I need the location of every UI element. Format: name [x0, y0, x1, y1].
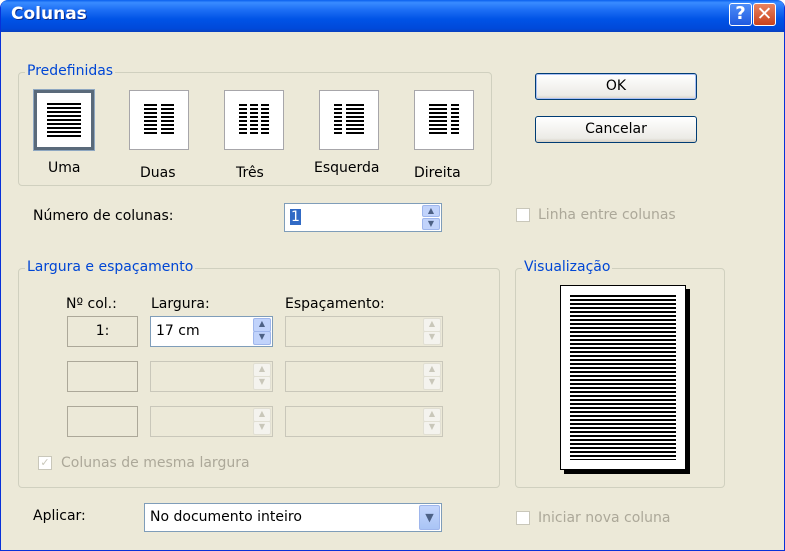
spacing-stepper: ▲ ▼ [285, 361, 443, 392]
width-stepper: ▲ ▼ [150, 406, 273, 437]
preset-two-columns[interactable] [129, 90, 189, 150]
line-between-label: Linha entre colunas [538, 207, 676, 223]
presets-legend: Predefinidas [25, 63, 116, 79]
width-spin: ▲ ▼ [253, 363, 271, 390]
width-spin[interactable]: ▲ ▼ [253, 318, 271, 345]
left-columns-icon [334, 104, 364, 134]
spacing-spin: ▲ ▼ [423, 363, 441, 390]
width-spin: ▲ ▼ [253, 408, 271, 435]
line-between-checkbox[interactable] [516, 208, 530, 222]
width-header: Largura: [151, 296, 210, 312]
columns-dialog: Colunas ? ✕ Predefinidas Uma Duas Três E… [0, 0, 785, 551]
equal-width-label: Colunas de mesma largura [61, 455, 250, 471]
spin-down-icon: ▼ [423, 421, 441, 435]
spin-down-icon[interactable]: ▼ [253, 331, 271, 345]
spacing-header: Espaçamento: [285, 296, 385, 312]
spin-up-icon[interactable]: ▲ [253, 318, 271, 332]
equal-width-checkbox[interactable]: ✓ [38, 456, 52, 470]
preset-label-left[interactable]: Esquerda [314, 160, 380, 176]
dialog-title: Colunas [11, 4, 87, 24]
width-spacing-legend: Largura e espaçamento [25, 259, 196, 275]
preset-one-column[interactable] [34, 90, 94, 150]
preset-label-right[interactable]: Direita [414, 165, 461, 181]
num-columns-stepper[interactable]: 1 ▲ ▼ [284, 203, 442, 232]
preset-label-two[interactable]: Duas [140, 165, 176, 181]
preview-legend: Visualização [522, 259, 613, 275]
spacing-spin: ▲ ▼ [423, 318, 441, 345]
spin-down-icon: ▼ [253, 421, 271, 435]
apply-value[interactable]: No documento inteiro [150, 509, 302, 525]
col-number-cell [67, 361, 138, 392]
spacing-stepper[interactable]: ▲ ▼ [285, 316, 443, 347]
spin-up-icon: ▲ [423, 363, 441, 377]
spin-up-icon: ▲ [423, 318, 441, 332]
col-header: Nº col.: [66, 296, 117, 312]
help-button[interactable]: ? [729, 3, 752, 26]
chevron-down-icon[interactable]: ▼ [419, 505, 440, 530]
preset-label-one[interactable]: Uma [48, 160, 80, 176]
spin-down-icon[interactable]: ▼ [422, 218, 440, 230]
three-columns-icon [239, 104, 269, 134]
preset-label-three[interactable]: Três [236, 165, 264, 181]
two-columns-icon [144, 104, 174, 134]
new-column-checkbox[interactable] [516, 511, 530, 525]
spacing-spin: ▲ ▼ [423, 408, 441, 435]
close-button[interactable]: ✕ [753, 3, 776, 26]
spin-down-icon: ▼ [423, 331, 441, 345]
apply-select[interactable]: No documento inteiro ▼ [144, 503, 442, 532]
spin-down-icon: ▼ [423, 376, 441, 390]
preset-right[interactable] [414, 90, 474, 150]
spin-up-icon[interactable]: ▲ [422, 205, 440, 217]
num-columns-value[interactable]: 1 [290, 209, 301, 225]
checkmark-icon: ✓ [40, 456, 50, 469]
right-columns-icon [429, 104, 459, 134]
ok-button[interactable]: OK [535, 73, 697, 100]
title-bar[interactable]: Colunas ? ✕ [1, 0, 784, 32]
num-columns-spin[interactable]: ▲ ▼ [422, 205, 440, 230]
width-stepper: ▲ ▼ [150, 361, 273, 392]
preset-left[interactable] [319, 90, 379, 150]
spin-up-icon: ▲ [253, 363, 271, 377]
one-column-icon [47, 103, 81, 137]
cancel-button[interactable]: Cancelar [535, 116, 697, 143]
new-column-label: Iniciar nova coluna [538, 510, 671, 526]
preset-three-columns[interactable] [224, 90, 284, 150]
preview-text-lines [570, 295, 676, 460]
preview-page [560, 285, 686, 470]
col-number-cell: 1: [67, 316, 138, 347]
width-stepper[interactable]: 17 cm ▲ ▼ [150, 316, 273, 347]
num-columns-label: Número de colunas: [33, 208, 174, 224]
apply-label: Aplicar: [33, 508, 86, 524]
spin-down-icon: ▼ [253, 376, 271, 390]
col-number-cell [67, 406, 138, 437]
spacing-stepper: ▲ ▼ [285, 406, 443, 437]
spin-up-icon: ▲ [423, 408, 441, 422]
width-value[interactable]: 17 cm [156, 323, 200, 339]
spin-up-icon: ▲ [253, 408, 271, 422]
